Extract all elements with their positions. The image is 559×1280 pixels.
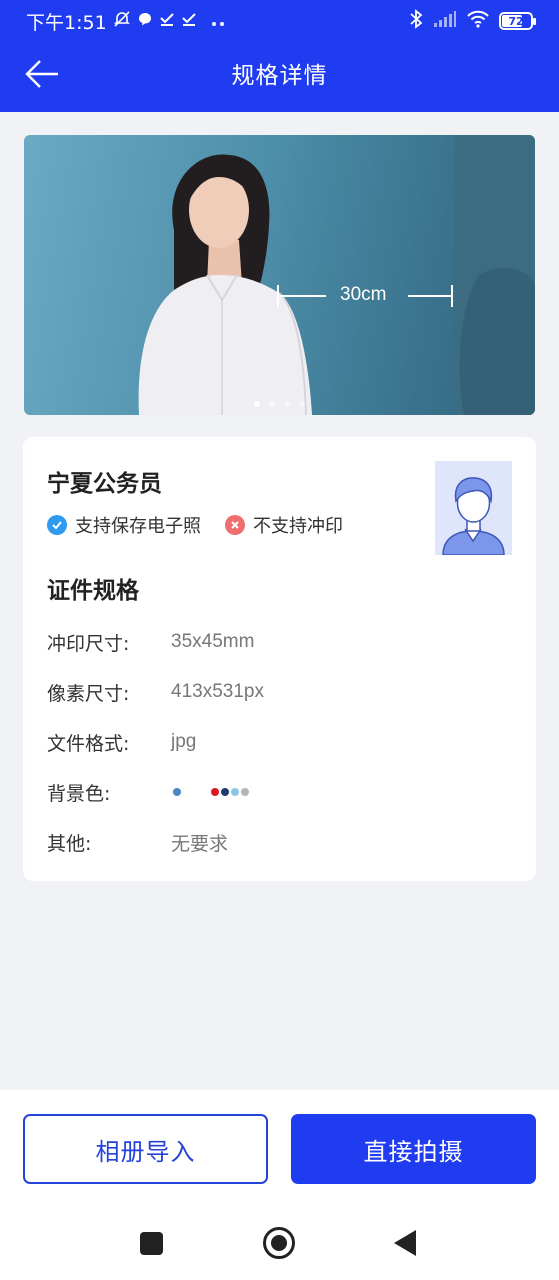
- carousel-dots: [24, 401, 535, 407]
- background-color-swatches: [171, 788, 249, 796]
- more-icon: [211, 10, 227, 32]
- row-value: 413x531px: [171, 681, 264, 702]
- check-icon: [181, 10, 197, 32]
- row-label: 文件格式:: [47, 732, 130, 755]
- check-icon: [159, 10, 175, 32]
- row-label: 冲印尺寸:: [47, 632, 130, 655]
- page-title: 规格详情: [231, 63, 328, 89]
- battery-level: 72: [508, 14, 524, 28]
- row-label: 背景色:: [47, 782, 111, 805]
- color-swatch: [173, 788, 181, 796]
- feature-label: 不支持冲印: [253, 516, 343, 537]
- color-swatch: [241, 788, 249, 796]
- wifi-icon: [467, 10, 489, 32]
- home-icon[interactable]: [263, 1227, 295, 1259]
- bluetooth-icon: [409, 9, 423, 33]
- model-photo-illustration: [138, 154, 535, 415]
- row-value: 35x45mm: [171, 631, 255, 652]
- person-avatar-icon: [435, 461, 512, 555]
- example-photo-banner[interactable]: 30cm: [24, 135, 535, 415]
- spec-row: 冲印尺寸: 35x45mm: [47, 617, 264, 667]
- close-circle-icon: [225, 515, 245, 535]
- row-value: jpg: [171, 731, 197, 752]
- spec-row: 文件格式: jpg: [47, 717, 264, 767]
- carousel-dot[interactable]: [299, 401, 305, 407]
- spec-card: 宁夏公务员 支持保存电子照 不支持冲印 证件规格 冲印尺寸: 35x45mm 像…: [23, 437, 536, 881]
- feature-label: 支持保存电子照: [75, 516, 201, 537]
- color-swatch: [193, 788, 201, 796]
- row-label: 其他:: [47, 832, 92, 855]
- section-title: 证件规格: [47, 578, 139, 604]
- status-bar: 下午1:51 72: [0, 0, 559, 42]
- message-icon: [137, 10, 153, 32]
- feature-no-print: 不支持冲印: [225, 512, 343, 538]
- carousel-dot[interactable]: [254, 401, 260, 407]
- feature-save-digital: 支持保存电子照: [47, 512, 201, 538]
- row-label: 像素尺寸:: [47, 682, 130, 705]
- carousel-dot[interactable]: [269, 401, 275, 407]
- check-circle-icon: [47, 515, 67, 535]
- shoot-direct-button[interactable]: 直接拍摄: [291, 1114, 536, 1184]
- color-swatch: [231, 788, 239, 796]
- recent-apps-icon[interactable]: [140, 1232, 163, 1255]
- spec-rows: 冲印尺寸: 35x45mm 像素尺寸: 413x531px 文件格式: jpg …: [47, 617, 264, 867]
- signal-icon: [433, 10, 457, 32]
- color-swatch: [221, 788, 229, 796]
- measurement-label: 30cm: [340, 284, 387, 305]
- status-left: 下午1:51: [26, 9, 227, 34]
- battery-indicator: 72: [499, 12, 536, 30]
- back-icon[interactable]: [394, 1230, 416, 1256]
- row-value: 无要求: [171, 833, 229, 855]
- action-bar: 相册导入 直接拍摄: [0, 1090, 559, 1206]
- spec-row: 其他: 无要求: [47, 817, 264, 867]
- spec-name: 宁夏公务员: [47, 471, 162, 497]
- home-icon-inner: [271, 1235, 287, 1251]
- carousel-dot[interactable]: [284, 401, 290, 407]
- status-time: 下午1:51: [26, 11, 107, 34]
- system-nav-bar: [0, 1206, 559, 1280]
- feature-row: 支持保存电子照 不支持冲印: [47, 512, 367, 538]
- spec-row: 背景色:: [47, 767, 264, 817]
- status-right: 72: [409, 9, 536, 33]
- top-bar: 下午1:51 72 规格详情: [0, 0, 559, 112]
- album-import-button[interactable]: 相册导入: [23, 1114, 268, 1184]
- silent-icon: [113, 10, 131, 33]
- spec-row: 像素尺寸: 413x531px: [47, 667, 264, 717]
- color-swatch: [211, 788, 219, 796]
